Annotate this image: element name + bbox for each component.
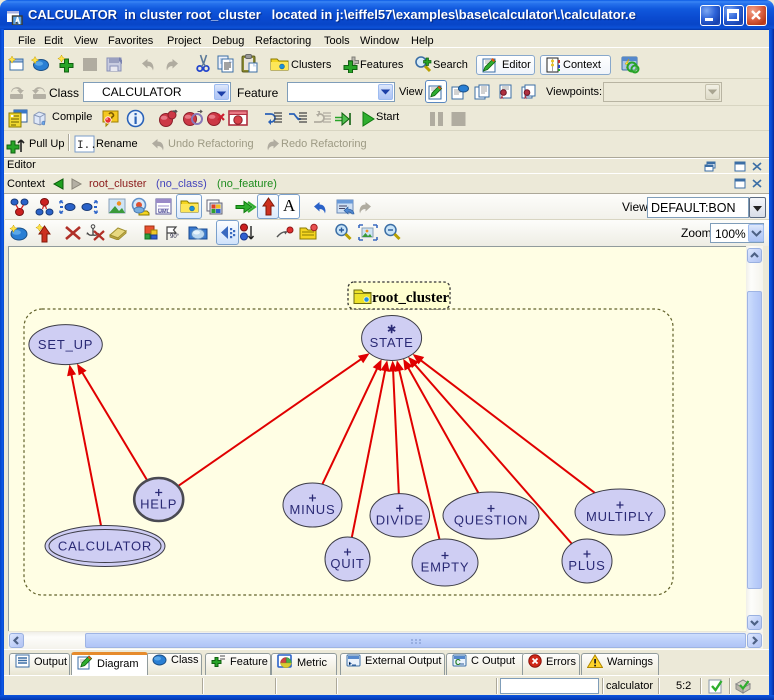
svg-text:DIVIDE: DIVIDE: [376, 512, 424, 527]
svg-text:HELP: HELP: [140, 497, 177, 512]
svg-text:QUESTION: QUESTION: [454, 513, 528, 528]
svg-text:CALCULATOR: CALCULATOR: [58, 539, 152, 554]
svg-text:root_cluster: root_cluster: [372, 290, 450, 306]
svg-text:MULTIPLY: MULTIPLY: [586, 509, 654, 524]
svg-text:I...: I...: [77, 140, 95, 152]
svg-text:SET_UP: SET_UP: [38, 337, 93, 352]
svg-text:UML: UML: [158, 209, 171, 215]
svg-text:QUIT: QUIT: [330, 556, 364, 571]
svg-text:PLUS: PLUS: [568, 558, 605, 573]
svg-text:STATE: STATE: [370, 335, 414, 350]
svg-text:EMPTY: EMPTY: [421, 560, 470, 575]
svg-text:90°: 90°: [170, 234, 180, 240]
svg-text:C: C: [455, 658, 461, 667]
svg-text:MINUS: MINUS: [290, 502, 336, 517]
